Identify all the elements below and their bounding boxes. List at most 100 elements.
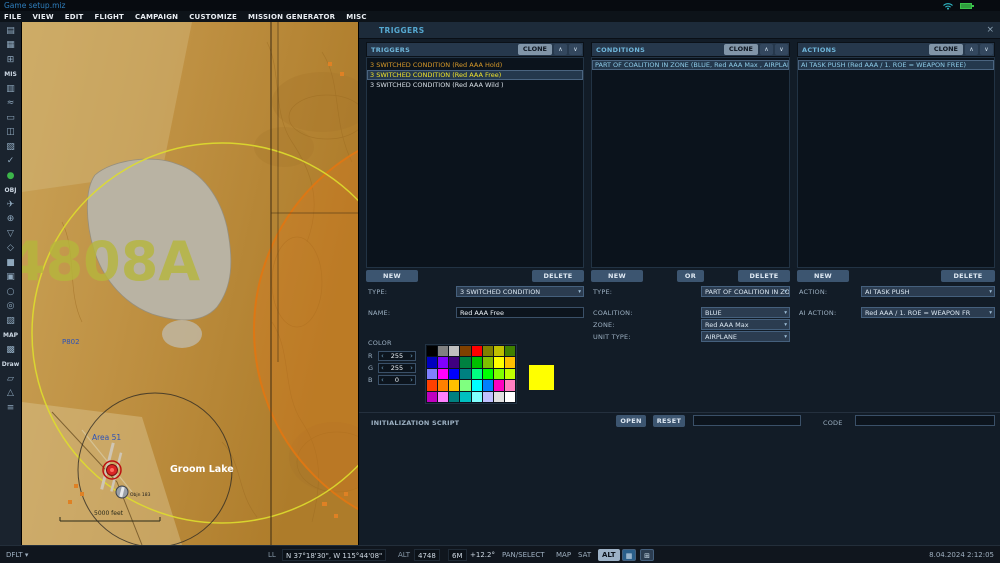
stepper-increment-icon[interactable]: › — [410, 364, 413, 372]
section-mis[interactable]: MIS — [0, 68, 21, 83]
move-condition-up-button[interactable]: ∧ — [760, 44, 773, 55]
palette-color[interactable] — [460, 346, 470, 356]
palette-color[interactable] — [427, 346, 437, 356]
open-mission-icon[interactable]: ▦ — [0, 39, 21, 54]
palette-color[interactable] — [505, 357, 515, 367]
section-map[interactable]: MAP — [0, 329, 21, 344]
zone-dropdown[interactable]: Red AAA Max▾ — [701, 319, 790, 330]
palette-color[interactable] — [438, 357, 448, 367]
new-mission-icon[interactable]: ▤ — [0, 24, 21, 39]
palette-color[interactable] — [449, 380, 459, 390]
new-trigger-button[interactable]: NEW — [366, 270, 418, 282]
palette-color[interactable] — [427, 392, 437, 402]
rgb-stepper[interactable]: ‹ 255 › — [378, 363, 416, 373]
palette-color[interactable] — [427, 380, 437, 390]
alt-mode-button[interactable]: ALT — [598, 549, 620, 561]
delete-action-button[interactable]: DELETE — [941, 270, 995, 282]
palette-color[interactable] — [494, 346, 504, 356]
helicopter-icon[interactable]: ⊕ — [0, 213, 21, 228]
palette-color[interactable] — [460, 392, 470, 402]
new-condition-button[interactable]: NEW — [591, 270, 643, 282]
palette-color[interactable] — [505, 392, 515, 402]
palette-color[interactable] — [438, 392, 448, 402]
move-trigger-down-button[interactable]: ∨ — [569, 44, 582, 55]
trigger-item[interactable]: 3 SWITCHED CONDITION (Red AAA Free) — [367, 70, 583, 80]
draw-shape-icon[interactable]: ▱ — [0, 372, 21, 387]
template-icon[interactable]: ▣ — [0, 271, 21, 286]
ship-icon[interactable]: ▽ — [0, 227, 21, 242]
airfield-icon[interactable] — [116, 486, 128, 498]
palette-color[interactable] — [438, 369, 448, 379]
palette-color[interactable] — [449, 346, 459, 356]
zone-icon[interactable]: ○ — [0, 285, 21, 300]
grid-toggle-icon[interactable]: ⊞ — [640, 549, 654, 561]
menu-item[interactable]: EDIT — [65, 13, 84, 21]
palette-color[interactable] — [427, 369, 437, 379]
theatre-dropdown[interactable]: DFLT ▾ — [6, 546, 28, 563]
layers-icon[interactable]: ▩ — [0, 343, 21, 358]
section-obj[interactable]: OBJ — [0, 184, 21, 199]
layers-toggle-icon[interactable]: ▦ — [622, 549, 636, 561]
static-object-icon[interactable]: ■ — [0, 256, 21, 271]
trigger-item[interactable]: 3 SWITCHED CONDITION (Red AAA Wild ) — [367, 80, 583, 90]
palette-color[interactable] — [472, 346, 482, 356]
palette-color[interactable] — [472, 357, 482, 367]
palette-color[interactable] — [460, 380, 470, 390]
menu-item[interactable]: CUSTOMIZE — [189, 13, 237, 21]
status-dot-icon[interactable]: ● — [0, 169, 21, 184]
menu-item[interactable]: MISC — [346, 13, 367, 21]
delete-condition-button[interactable]: DELETE — [738, 270, 790, 282]
close-icon[interactable]: × — [986, 22, 994, 39]
palette-color[interactable] — [460, 369, 470, 379]
palette-color[interactable] — [427, 357, 437, 367]
move-action-up-button[interactable]: ∧ — [965, 44, 978, 55]
map-mode-button[interactable]: MAP — [556, 546, 571, 563]
open-script-button[interactable]: OPEN — [616, 415, 646, 427]
rgb-stepper[interactable]: ‹ 0 › — [378, 375, 416, 385]
action-type-dropdown[interactable]: AI TASK PUSH▾ — [861, 286, 995, 297]
clone-action-button[interactable]: CLONE — [929, 44, 963, 55]
map-view[interactable]: Objn 183 4808A P802 Area 51 Groom Lake 5… — [22, 22, 358, 545]
clone-trigger-button[interactable]: CLONE — [518, 44, 552, 55]
structure-icon[interactable]: ▨ — [0, 314, 21, 329]
palette-color[interactable] — [483, 392, 493, 402]
move-action-down-button[interactable]: ∨ — [980, 44, 993, 55]
palette-color[interactable] — [494, 369, 504, 379]
vehicle-icon[interactable]: ◇ — [0, 242, 21, 257]
ai-action-dropdown[interactable]: Red AAA / 1. ROE = WEAPON FR▾ — [861, 307, 995, 318]
palette-color[interactable] — [483, 346, 493, 356]
airplane-icon[interactable]: ✈ — [0, 198, 21, 213]
palette-color[interactable] — [472, 380, 482, 390]
menu-item[interactable]: FLIGHT — [95, 13, 124, 21]
distance-icon[interactable]: ≡ — [0, 401, 21, 416]
check-icon[interactable]: ✓ — [0, 155, 21, 170]
script-file-input[interactable] — [693, 415, 801, 426]
palette-color[interactable] — [472, 392, 482, 402]
stepper-decrement-icon[interactable]: ‹ — [381, 352, 384, 360]
options-icon[interactable]: ◫ — [0, 126, 21, 141]
trigger-item[interactable]: 3 SWITCHED CONDITION (Red AAA Hold) — [367, 60, 583, 70]
stepper-increment-icon[interactable]: › — [410, 352, 413, 360]
palette-color[interactable] — [494, 380, 504, 390]
palette-color[interactable] — [483, 357, 493, 367]
save-mission-icon[interactable]: ⊞ — [0, 53, 21, 68]
condition-item[interactable]: PART OF COALITION IN ZONE (BLUE, Red AAA… — [592, 60, 789, 70]
clone-condition-button[interactable]: CLONE — [724, 44, 758, 55]
palette-color[interactable] — [449, 392, 459, 402]
menu-item[interactable]: FILE — [4, 13, 21, 21]
summary-icon[interactable]: ▧ — [0, 140, 21, 155]
stepper-increment-icon[interactable]: › — [410, 376, 413, 384]
palette-color[interactable] — [472, 369, 482, 379]
palette-color[interactable] — [449, 369, 459, 379]
palette-color[interactable] — [505, 346, 515, 356]
reset-script-button[interactable]: RESET — [653, 415, 685, 427]
weather-icon[interactable]: ≈ — [0, 97, 21, 112]
palette-color[interactable] — [483, 369, 493, 379]
script-code-input[interactable] — [855, 415, 995, 426]
palette-color[interactable] — [449, 357, 459, 367]
condition-type-dropdown[interactable]: PART OF COALITION IN ZONE▾ — [701, 286, 790, 297]
palette-color[interactable] — [505, 369, 515, 379]
sat-mode-button[interactable]: SAT — [578, 546, 591, 563]
palette-color[interactable] — [438, 346, 448, 356]
menu-item[interactable]: MISSION GENERATOR — [248, 13, 335, 21]
